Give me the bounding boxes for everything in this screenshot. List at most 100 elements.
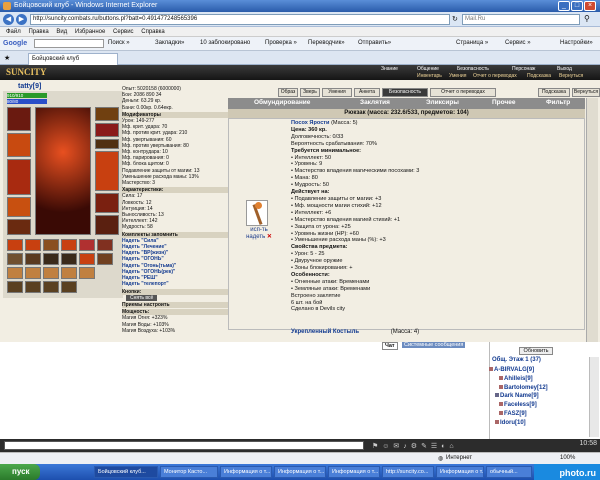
wear-item-link[interactable]: надеть	[246, 234, 265, 240]
tab-other[interactable]: Прочее	[492, 99, 515, 106]
search-icon[interactable]: ⚲	[584, 14, 590, 23]
menu-help[interactable]: Справка	[141, 29, 165, 35]
button-return[interactable]: Вернуться	[572, 88, 600, 97]
user-list-item[interactable]: Dark Name[9]	[489, 392, 589, 401]
scroll-slot-5[interactable]	[79, 239, 95, 251]
user-list-item[interactable]: FASZ[9]	[489, 410, 589, 419]
scroll-slot-9[interactable]	[43, 253, 59, 265]
topmenu-knowledge[interactable]: Знание	[381, 66, 398, 72]
submenu-transfers[interactable]: Отчет о переводах	[473, 73, 517, 79]
toolbar-bookmarks[interactable]: Закладки»	[155, 40, 184, 46]
helmet-slot[interactable]	[7, 107, 31, 131]
earring-slot[interactable]	[95, 107, 119, 121]
toolbar-translate[interactable]: Переводчик»	[308, 40, 345, 46]
toolbar-page[interactable]: Страница »	[456, 40, 488, 46]
remove-all-button[interactable]: Снять всё	[126, 294, 158, 301]
submenu-skills[interactable]: Умения	[449, 73, 466, 79]
toolbar-blocked[interactable]: 10 заблокировано	[200, 40, 250, 46]
scroll-slot-6[interactable]	[97, 239, 113, 251]
scroll-slot-4[interactable]	[61, 239, 77, 251]
topmenu-communication[interactable]: Общение	[417, 66, 439, 72]
potion-slot-8[interactable]	[43, 281, 59, 293]
armor-slot[interactable]	[7, 159, 31, 195]
scroll-slot-2[interactable]	[25, 239, 41, 251]
amulet-slot[interactable]	[95, 123, 119, 137]
user-list-item[interactable]: Ahilleis[9]	[489, 375, 589, 384]
zoom-level[interactable]: 100%	[560, 455, 575, 461]
google-search-input[interactable]	[34, 39, 104, 48]
update-button[interactable]: Обновить	[519, 347, 553, 355]
submenu-inventory[interactable]: Инвентарь	[417, 73, 442, 79]
potion-slot-3[interactable]	[43, 267, 59, 279]
taskbar-item[interactable]: Информация о т...	[220, 466, 272, 478]
potion-slot-9[interactable]	[61, 281, 77, 293]
user-list-item[interactable]: A-BIRVALG[9]	[489, 366, 589, 375]
scroll-slot-7[interactable]	[7, 253, 23, 265]
menu-file[interactable]: Файл	[6, 29, 21, 35]
refresh-icon[interactable]: ↻	[452, 15, 458, 23]
taskbar-item[interactable]: http://suncity.co...	[382, 466, 434, 478]
menu-view[interactable]: Вид	[56, 29, 67, 35]
button-security[interactable]: Безопасность	[382, 88, 428, 97]
potion-slot-1[interactable]	[7, 267, 23, 279]
wear-set-link[interactable]: Надеть "телепорт"	[122, 281, 228, 287]
user-list-item[interactable]: Bartolomey[12]	[489, 384, 589, 393]
toolbar-send[interactable]: Отправить»	[358, 40, 391, 46]
chat-tab-chat[interactable]: Чат	[382, 342, 398, 350]
chat-input[interactable]	[4, 441, 364, 450]
potion-slot-6[interactable]	[7, 281, 23, 293]
menu-favorites[interactable]: Избранное	[75, 29, 105, 35]
ring-slot[interactable]	[95, 139, 119, 149]
scroll-slot-1[interactable]	[7, 239, 23, 251]
potion-slot-7[interactable]	[25, 281, 41, 293]
topmenu-character[interactable]: Персонаж	[512, 66, 535, 72]
potion-slot-5[interactable]	[79, 267, 95, 279]
taskbar-item[interactable]: Информация о т...	[328, 466, 380, 478]
shield-slot[interactable]	[95, 151, 119, 191]
tab-equipment[interactable]: Обмундирование	[254, 99, 310, 106]
inventory-scrollbar[interactable]	[586, 98, 598, 342]
item-title[interactable]: Посох Ярости	[291, 120, 330, 126]
potion-slot-4[interactable]	[61, 267, 77, 279]
use-item-link[interactable]: исп-ть	[240, 227, 278, 234]
close-button[interactable]: ×	[584, 1, 596, 11]
taskbar-item[interactable]: Монитор Касто...	[160, 466, 218, 478]
stats-section-header[interactable]: Приемы настроить	[122, 301, 228, 309]
chat-tab-system[interactable]: Системные сообщения	[402, 342, 466, 348]
url-input[interactable]: http://suncity.combats.ru/buttons.pl?bat…	[30, 14, 450, 25]
toolbar-check[interactable]: Проверка »	[265, 40, 297, 46]
leggings-slot[interactable]	[95, 193, 119, 213]
button-hint[interactable]: Подсказка	[538, 88, 570, 97]
back-icon[interactable]: ◀	[3, 14, 14, 25]
menu-tools[interactable]: Сервис	[113, 29, 134, 35]
submenu-return[interactable]: Вернуться	[559, 73, 583, 79]
chat-tool-icons[interactable]: ⚑☺✉♪⚙✎☰◐⌂	[372, 442, 458, 450]
maximize-button[interactable]: □	[571, 1, 583, 11]
search-input[interactable]: Mail.Ru	[462, 14, 580, 25]
weapon-slot[interactable]	[7, 133, 31, 157]
next-item-title[interactable]: Укрепленный Костыль	[291, 329, 359, 335]
topmenu-exit[interactable]: Выход	[557, 66, 572, 72]
tab-spells[interactable]: Заклятия	[360, 99, 390, 106]
user-list-item[interactable]: Faceless[9]	[489, 401, 589, 410]
toolbar-search[interactable]: Поиск »	[108, 40, 130, 46]
boots-slot[interactable]	[95, 215, 119, 235]
tab-elixirs[interactable]: Эликсиры	[426, 99, 459, 106]
submenu-hint[interactable]: Подсказка	[527, 73, 551, 79]
minimize-button[interactable]: _	[558, 1, 570, 11]
button-profile[interactable]: Анкета	[354, 88, 380, 97]
gloves-slot[interactable]	[7, 219, 31, 235]
tab-fight-club[interactable]: Бойцовский клуб	[28, 53, 118, 65]
button-transfers[interactable]: Отчет о переводах	[430, 88, 496, 97]
delete-item-icon[interactable]: ✕	[267, 234, 272, 240]
topmenu-security[interactable]: Безопасность	[457, 66, 489, 72]
toolbar-service[interactable]: Сервис »	[505, 40, 531, 46]
player-name[interactable]: tatty	[18, 83, 33, 90]
potion-slot-2[interactable]	[25, 267, 41, 279]
menu-edit[interactable]: Правка	[28, 29, 48, 35]
scroll-slot-10[interactable]	[61, 253, 77, 265]
belt-slot[interactable]	[7, 197, 31, 217]
taskbar-item[interactable]: Информация о т...	[274, 466, 326, 478]
favorites-star-icon[interactable]: ★	[4, 54, 10, 62]
taskbar-item[interactable]: обычный...	[486, 466, 532, 478]
